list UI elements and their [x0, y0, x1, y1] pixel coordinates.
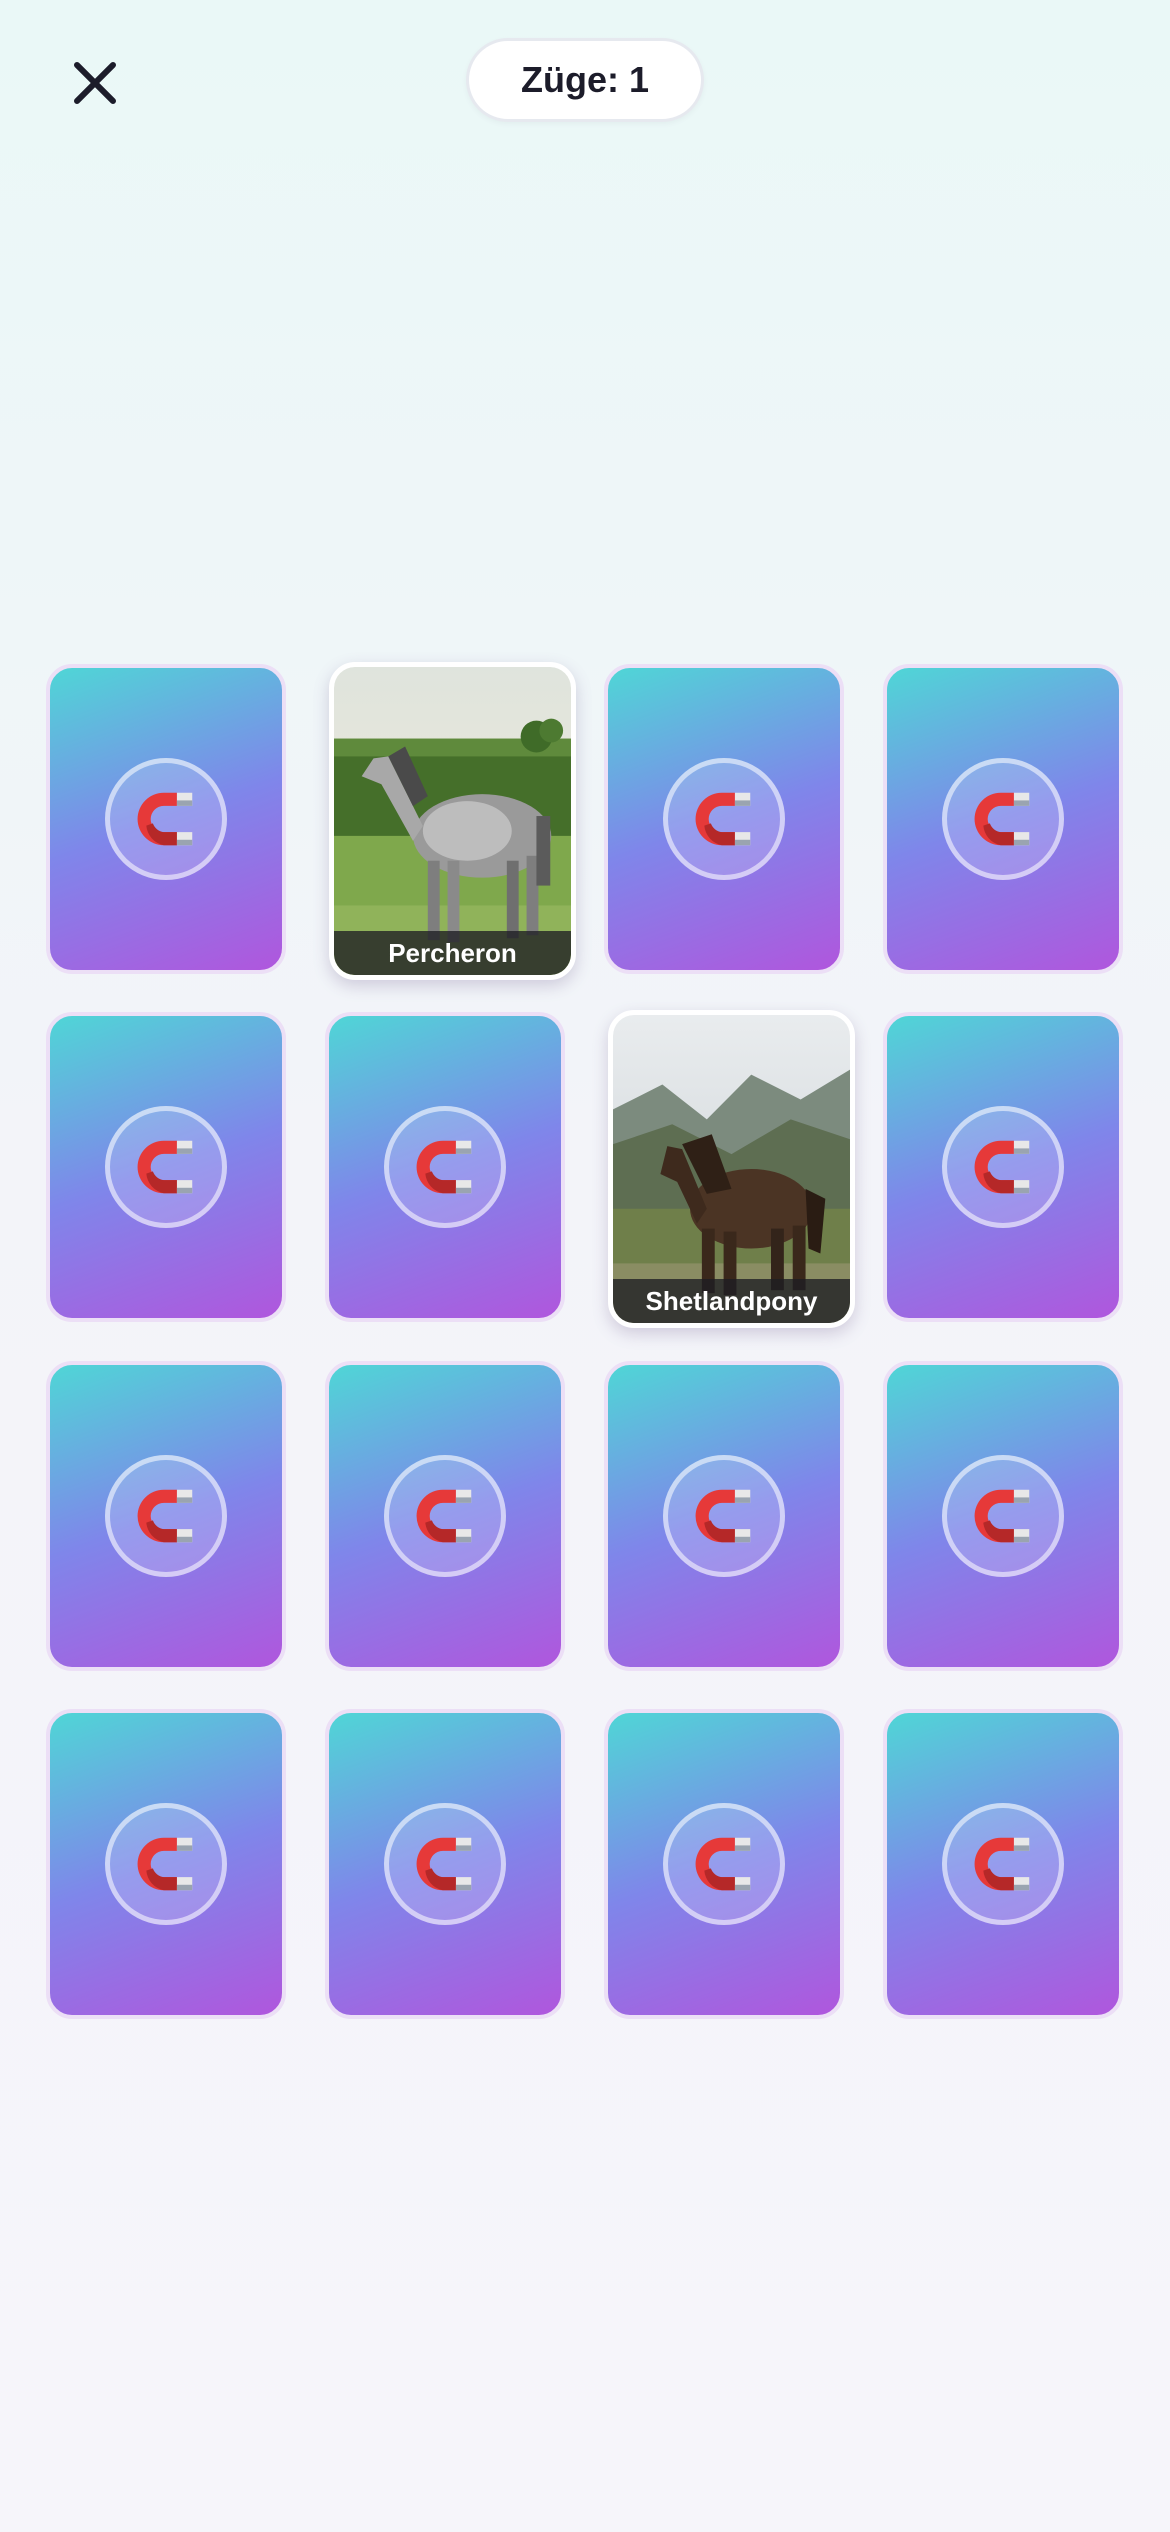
memory-card-3[interactable] — [604, 664, 844, 974]
memory-card-12[interactable] — [883, 1361, 1123, 1671]
memory-card-13[interactable] — [46, 1709, 286, 2019]
card-back-emblem — [942, 1803, 1064, 1925]
card-back-emblem — [105, 1106, 227, 1228]
memory-card-10[interactable] — [325, 1361, 565, 1671]
memory-card-8[interactable] — [883, 1012, 1123, 1322]
memory-card-5[interactable] — [46, 1012, 286, 1322]
card-back-emblem — [105, 758, 227, 880]
card-back-emblem — [942, 1106, 1064, 1228]
magnet-icon — [695, 1489, 751, 1543]
magnet-icon — [695, 1837, 751, 1891]
memory-card-2[interactable]: Percheron — [329, 662, 576, 980]
card-label: Percheron — [334, 931, 571, 975]
card-back-emblem — [384, 1106, 506, 1228]
card-back-emblem — [105, 1455, 227, 1577]
card-back-emblem — [384, 1803, 506, 1925]
memory-card-15[interactable] — [604, 1709, 844, 2019]
memory-card-4[interactable] — [883, 664, 1123, 974]
magnet-icon — [974, 1489, 1030, 1543]
card-back-emblem — [942, 1455, 1064, 1577]
card-back-emblem — [663, 1455, 785, 1577]
magnet-icon — [695, 792, 751, 846]
magnet-icon — [416, 1140, 472, 1194]
memory-card-1[interactable] — [46, 664, 286, 974]
card-label: Shetlandpony — [613, 1279, 850, 1323]
card-back-emblem — [105, 1803, 227, 1925]
card-back-emblem — [384, 1455, 506, 1577]
card-back-emblem — [663, 1803, 785, 1925]
pony-photo — [613, 1015, 850, 1323]
memory-card-14[interactable] — [325, 1709, 565, 2019]
magnet-icon — [416, 1489, 472, 1543]
magnet-icon — [974, 1837, 1030, 1891]
card-grid: Percheron Shetlandpony — [0, 0, 1170, 2532]
card-back-emblem — [942, 758, 1064, 880]
magnet-icon — [137, 792, 193, 846]
magnet-icon — [137, 1140, 193, 1194]
magnet-icon — [974, 792, 1030, 846]
memory-card-11[interactable] — [604, 1361, 844, 1671]
magnet-icon — [416, 1837, 472, 1891]
memory-card-16[interactable] — [883, 1709, 1123, 2019]
memory-card-9[interactable] — [46, 1361, 286, 1671]
horse-photo — [334, 667, 571, 975]
memory-card-6[interactable] — [325, 1012, 565, 1322]
magnet-icon — [137, 1837, 193, 1891]
magnet-icon — [137, 1489, 193, 1543]
memory-card-7[interactable]: Shetlandpony — [608, 1010, 855, 1328]
magnet-icon — [974, 1140, 1030, 1194]
card-back-emblem — [663, 758, 785, 880]
